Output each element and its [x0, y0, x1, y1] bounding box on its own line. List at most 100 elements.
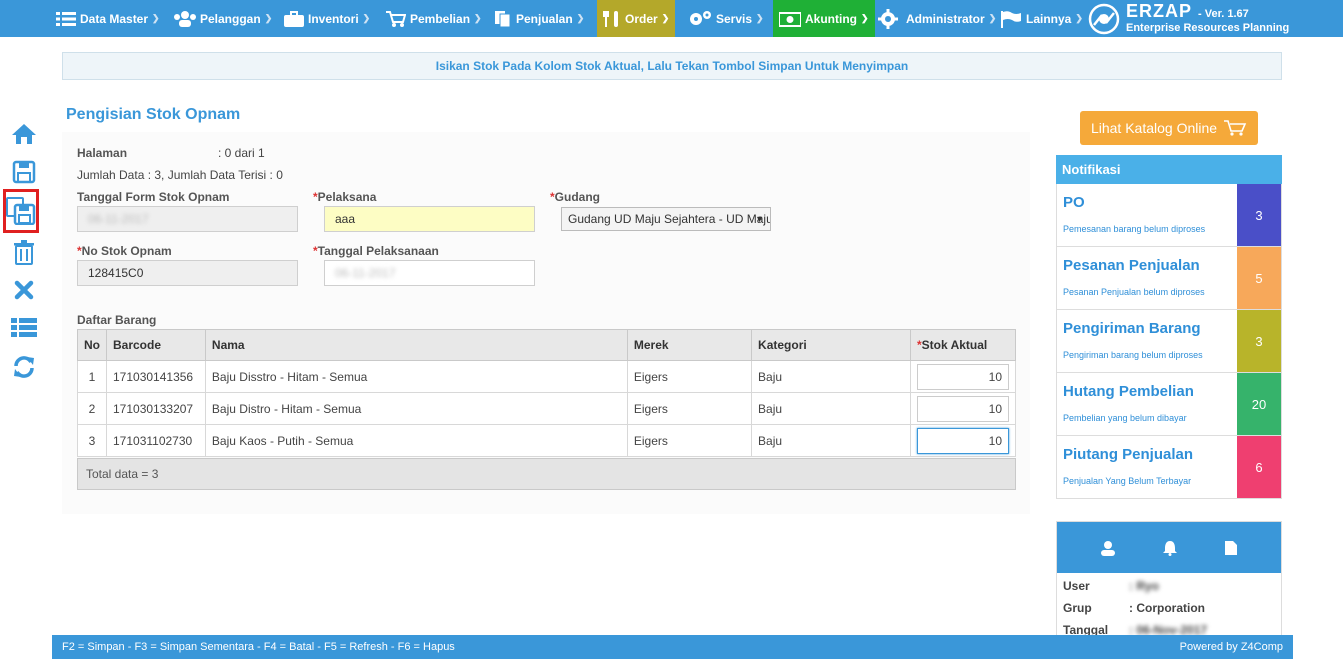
notif-subtitle: Pesanan Penjualan belum diproses — [1063, 287, 1205, 297]
user-icon[interactable] — [1100, 540, 1116, 556]
gudang-select[interactable]: Gudang UD Maju Sejahtera - UD Maju Sejah… — [561, 207, 771, 231]
bell-icon[interactable] — [1162, 540, 1178, 556]
tanggal-pelaksanaan-field[interactable]: 06-11-2017 — [324, 260, 535, 286]
flag-icon — [1001, 10, 1021, 28]
gudang-label-text: Gudang — [554, 190, 600, 204]
nav-label: Administrator — [906, 11, 985, 26]
grup-label: Grup — [1063, 601, 1092, 615]
shortcut-text: F2 = Simpan - F3 = Simpan Sementara - F4… — [62, 641, 455, 653]
save-button[interactable] — [8, 156, 40, 188]
stok-aktual-input[interactable]: 10 — [917, 427, 1009, 454]
user-panel-tabs — [1057, 522, 1281, 573]
cell-barcode: 171031102730 — [106, 424, 206, 457]
nav-administrator[interactable]: Administrator ❯ — [878, 0, 996, 37]
notif-subtitle: Pembelian yang belum dibayar — [1063, 413, 1187, 423]
chevron-down-icon: ❯ — [474, 13, 482, 23]
no-stok-field: 128415C0 — [77, 260, 298, 286]
nav-label: Akunting — [805, 11, 857, 26]
notif-title: Piutang Penjualan — [1063, 446, 1194, 463]
user-value: : Ryo — [1129, 579, 1159, 593]
table-header-row: No Barcode Nama Merek Kategori *Stok Akt… — [77, 329, 1016, 361]
gudang-label: *Gudang — [550, 190, 600, 204]
stok-aktual-input[interactable]: 10 — [917, 363, 1009, 390]
close-icon — [14, 280, 34, 300]
cell-no: 1 — [77, 360, 107, 393]
list-button[interactable] — [8, 311, 40, 343]
cell-barcode: 171030133207 — [106, 392, 206, 425]
logo-icon — [1088, 3, 1120, 35]
pelaksana-field[interactable]: aaa — [324, 206, 535, 232]
chevron-down-icon: ❯ — [756, 13, 764, 23]
document-icon — [495, 10, 511, 27]
file-icon[interactable] — [1224, 540, 1238, 556]
notif-po[interactable]: PO Pemesanan barang belum diproses 3 — [1056, 184, 1282, 247]
delete-button[interactable] — [8, 236, 40, 268]
gudang-value: Gudang UD Maju Sejahtera - UD Maju Sejah… — [568, 212, 771, 226]
nav-order[interactable]: Order ❯ — [597, 0, 676, 37]
nav-penjualan[interactable]: Penjualan ❯ — [494, 0, 584, 37]
grup-value: : Corporation — [1129, 601, 1205, 615]
cell-kategori: Baju — [751, 392, 911, 425]
katalog-label: Lihat Katalog Online — [1090, 120, 1218, 136]
notif-title: Pengiriman Barang — [1063, 320, 1201, 337]
tanggal-form-label: Tanggal Form Stok Opnam — [77, 190, 230, 204]
notif-subtitle: Penjualan Yang Belum Terbayar — [1063, 476, 1192, 486]
nav-inventori[interactable]: Inventori ❯ — [284, 0, 370, 37]
chevron-down-icon: ❯ — [576, 13, 585, 23]
save-icon — [12, 160, 36, 184]
refresh-button[interactable] — [8, 351, 40, 383]
table-row: 1 171030141356 Baju Disstro - Hitam - Se… — [77, 360, 1016, 393]
save-draft-icon — [6, 197, 36, 225]
cell-stok: 10 — [910, 392, 1016, 425]
nav-lainnya[interactable]: Lainnya ❯ — [1000, 0, 1083, 37]
nav-pembelian[interactable]: Pembelian ❯ — [386, 0, 482, 37]
user-label: User — [1063, 579, 1090, 593]
jumlah-data-text: Jumlah Data : 3, Jumlah Data Terisi : 0 — [77, 168, 283, 182]
nav-label: Penjualan — [516, 11, 573, 26]
cell-barcode: 171030141356 — [106, 360, 206, 393]
table-row: 3 171031102730 Baju Kaos - Putih - Semua… — [77, 424, 1016, 457]
cart-icon — [386, 10, 406, 27]
notif-hutang-pembelian[interactable]: Hutang Pembelian Pembelian yang belum di… — [1056, 373, 1282, 436]
pelaksana-label: *Pelaksana — [313, 190, 376, 204]
halaman-label: Halaman — [77, 146, 128, 160]
notif-pesanan-penjualan[interactable]: Pesanan Penjualan Pesanan Penjualan belu… — [1056, 247, 1282, 310]
home-button[interactable] — [8, 118, 40, 150]
cogs-icon — [690, 10, 711, 25]
notif-title: Pesanan Penjualan — [1063, 257, 1200, 274]
cell-kategori: Baju — [751, 424, 911, 457]
notif-title: PO — [1063, 194, 1085, 211]
page-title: Pengisian Stok Opnam — [66, 106, 241, 123]
nav-label: Servis — [716, 11, 753, 26]
erzap-logo: ERZAP - Ver. 1.67 Enterprise Resources Pl… — [1088, 2, 1289, 36]
nav-label: Data Master — [80, 11, 149, 26]
chevron-down-icon: ❯ — [152, 13, 160, 23]
dropdown-arrow-icon: ▼ — [755, 214, 764, 224]
nav-data-master[interactable]: Data Master ❯ — [56, 0, 160, 37]
nav-akunting[interactable]: Akunting ❯ — [773, 0, 875, 37]
notification-panel: Notifikasi PO Pemesanan barang belum dip… — [1056, 155, 1282, 499]
powered-by: Powered by Z4Comp — [1179, 641, 1283, 653]
shortcut-bar: F2 = Simpan - F3 = Simpan Sementara - F4… — [52, 635, 1293, 659]
chevron-down-icon: ❯ — [264, 13, 273, 23]
save-draft-button[interactable] — [3, 189, 39, 233]
chevron-down-icon: ❯ — [1075, 13, 1083, 23]
cell-no: 3 — [77, 424, 107, 457]
notif-pengiriman-barang[interactable]: Pengiriman Barang Pengiriman barang belu… — [1056, 310, 1282, 373]
logo-version: - Ver. 1.67 — [1198, 7, 1249, 20]
gear-icon — [878, 8, 898, 29]
katalog-online-button[interactable]: Lihat Katalog Online — [1080, 111, 1258, 145]
nav-label: Pelanggan — [200, 11, 261, 26]
cell-nama: Baju Distro - Hitam - Semua — [204, 392, 628, 425]
cancel-button[interactable] — [8, 274, 40, 306]
cell-no: 2 — [77, 392, 107, 425]
pelaksana-label-text: Pelaksana — [317, 190, 377, 204]
nav-servis[interactable]: Servis ❯ — [688, 0, 764, 37]
table-row: 2 171030133207 Baju Distro - Hitam - Sem… — [77, 392, 1016, 425]
notif-count: 5 — [1237, 247, 1281, 309]
notif-piutang-penjualan[interactable]: Piutang Penjualan Penjualan Yang Belum T… — [1056, 436, 1282, 499]
nav-pelanggan[interactable]: Pelanggan ❯ — [174, 0, 272, 37]
stok-aktual-input[interactable]: 10 — [917, 395, 1009, 422]
cutlery-icon — [603, 10, 618, 27]
items-table: No Barcode Nama Merek Kategori *Stok Akt… — [77, 329, 1016, 457]
